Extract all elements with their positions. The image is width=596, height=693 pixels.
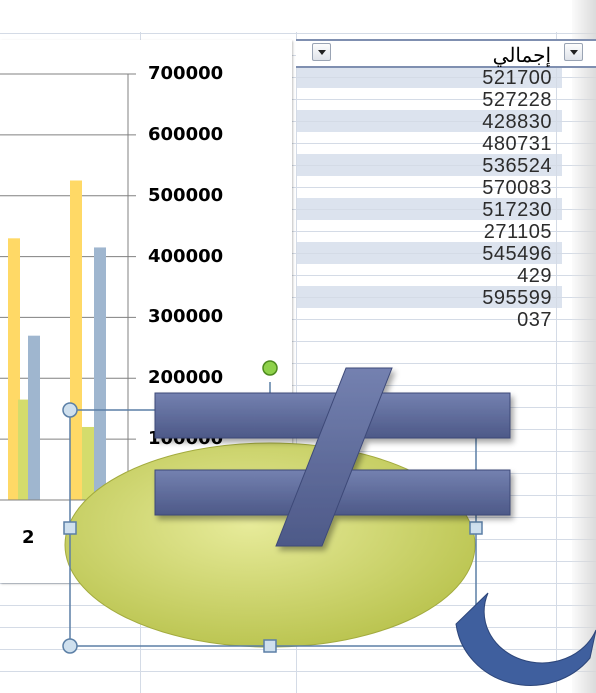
resize-handle-left[interactable] (63, 521, 77, 535)
arc-shape[interactable] (455, 592, 596, 686)
drawing-layer (62, 360, 596, 686)
resize-handle-right[interactable] (469, 521, 483, 535)
resize-handle-bottom[interactable] (263, 639, 277, 653)
resize-handle-bottom-left[interactable] (62, 638, 78, 654)
resize-handle-top-left[interactable] (62, 402, 78, 418)
rotation-handle[interactable] (262, 360, 278, 376)
